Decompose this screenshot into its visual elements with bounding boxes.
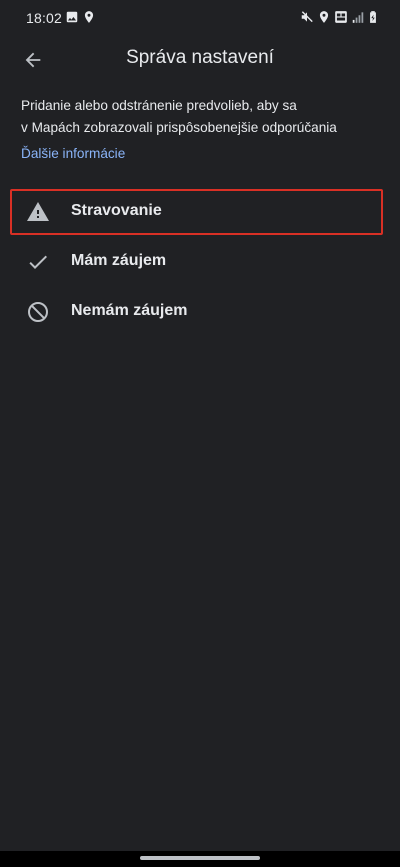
app-bar: Správa nastavení bbox=[0, 34, 400, 84]
home-indicator[interactable] bbox=[140, 856, 260, 860]
status-time: 18:02 bbox=[26, 10, 63, 26]
option-list: Stravovanie Mám záujem Nemám záujem bbox=[0, 187, 400, 337]
system-nav-bar bbox=[0, 851, 400, 867]
status-bar: 18:02 bbox=[0, 0, 400, 34]
description-line: v Mapách zobrazovali prispôsobenejšie od… bbox=[21, 120, 337, 135]
location-pin-icon bbox=[317, 10, 331, 24]
page-title: Správa nastavení bbox=[126, 47, 274, 68]
mute-icon bbox=[300, 10, 314, 24]
option-label: Nemám záujem bbox=[71, 302, 188, 319]
option-label: Stravovanie bbox=[71, 202, 162, 219]
option-item-nemam-zaujem[interactable]: Nemám záujem bbox=[0, 287, 400, 337]
description-text: Pridanie alebo odstránenie predvolieb, a… bbox=[21, 95, 383, 139]
option-item-mam-zaujem[interactable]: Mám záujem bbox=[0, 237, 400, 287]
warning-icon bbox=[26, 200, 50, 224]
block-icon bbox=[26, 300, 50, 324]
volte-icon bbox=[334, 10, 348, 24]
image-icon bbox=[65, 10, 79, 24]
option-label: Mám záujem bbox=[71, 252, 167, 269]
more-info-link[interactable]: Ďalšie informácie bbox=[21, 146, 125, 161]
description-line: Pridanie alebo odstránenie predvolieb, a… bbox=[21, 98, 297, 113]
battery-icon bbox=[366, 10, 380, 24]
location-pin-icon bbox=[82, 10, 96, 24]
check-icon bbox=[26, 250, 50, 274]
signal-icon bbox=[351, 10, 365, 24]
screen: 18:02 Správa nastavení Pridanie alebo od… bbox=[0, 0, 400, 867]
option-item-stravovanie[interactable]: Stravovanie bbox=[0, 187, 400, 237]
